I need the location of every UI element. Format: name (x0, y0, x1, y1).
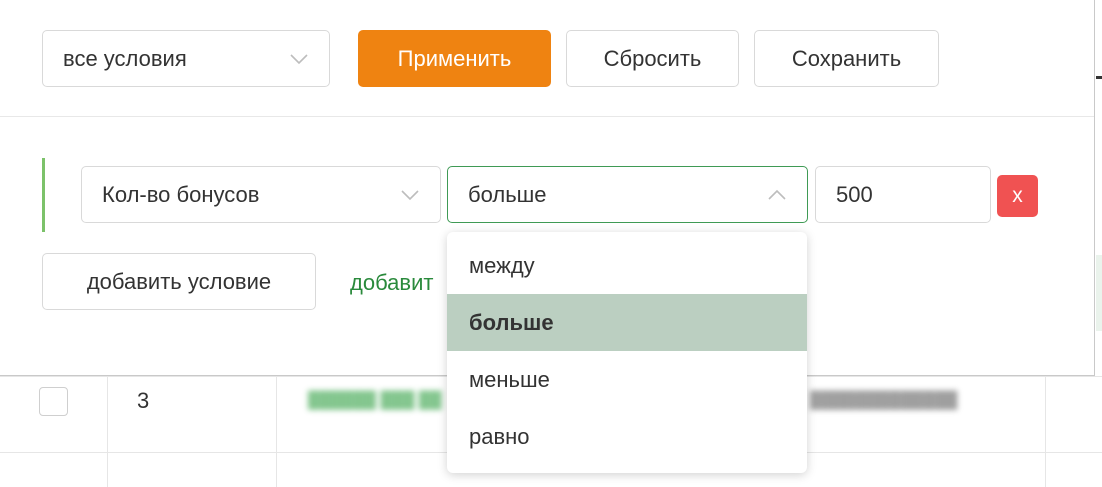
conditions-select-value: все условия (63, 45, 187, 71)
row-number: 3 (137, 388, 150, 413)
add-group-link[interactable]: добавит (350, 270, 433, 296)
dropdown-option-equal[interactable]: равно (447, 408, 807, 465)
condition-field-value: Кол-во бонусов (102, 181, 260, 207)
blurred-name-cell: ██████ ███ ██ (308, 392, 442, 409)
table-column-divider (1045, 376, 1046, 487)
table-column-divider (107, 376, 108, 487)
condition-operator-select[interactable]: больше (447, 166, 808, 223)
conditions-select[interactable]: все условия (42, 30, 330, 87)
panel-divider (0, 116, 1094, 117)
add-condition-button[interactable]: добавить условие (42, 253, 316, 310)
save-button[interactable]: Сохранить (754, 30, 939, 87)
blurred-phone-cell: █████████████ (810, 392, 958, 409)
condition-field-select[interactable]: Кол-во бонусов (81, 166, 441, 223)
dropdown-option-less[interactable]: меньше (447, 351, 807, 408)
chevron-down-icon (401, 189, 419, 200)
table-edge-highlight (1096, 255, 1102, 331)
apply-button[interactable]: Применить (358, 30, 551, 87)
dropdown-option-greater[interactable]: больше (447, 294, 807, 351)
chevron-down-icon (290, 53, 308, 64)
operator-dropdown-menu: между больше меньше равно (447, 232, 807, 473)
chevron-up-icon (768, 189, 786, 200)
condition-group-indicator (42, 158, 45, 232)
remove-condition-button[interactable]: x (997, 175, 1038, 217)
condition-operator-value: больше (468, 181, 547, 207)
screen: 3 ██████ ███ ██ █████████████ все услови… (0, 0, 1102, 487)
condition-value-input[interactable]: 500 (815, 166, 991, 223)
table-column-divider (276, 376, 277, 487)
dropdown-option-between[interactable]: между (447, 237, 807, 294)
reset-button[interactable]: Сбросить (566, 30, 739, 87)
table-edge-mark (1096, 76, 1102, 79)
row-checkbox[interactable] (39, 387, 68, 416)
